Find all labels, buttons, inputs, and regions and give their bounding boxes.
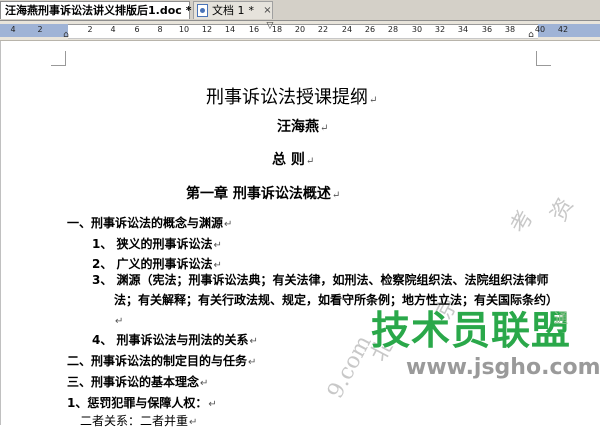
- outline-item: 4、 刑事诉讼法与刑法的关系↵: [92, 333, 258, 347]
- horizontal-ruler[interactable]: 4 2 2 4 6 8 10 12 14 16 18 20 22 24 26 2…: [0, 21, 600, 41]
- ruler-number: 22: [317, 25, 329, 34]
- document-part-heading: 总 则↵: [272, 152, 315, 168]
- ruler-number: 14: [224, 25, 236, 34]
- document-tab-bar: 汪海燕刑事诉讼法讲义排版后1.doc * 文档 1 * ×: [0, 0, 600, 21]
- ruler-number: 10: [178, 25, 190, 34]
- outline-item: 二、刑事诉讼法的制定目的与任务↵: [67, 354, 257, 368]
- ruler-number: 8: [157, 25, 163, 34]
- watermark-text: 考: [506, 206, 539, 238]
- logo-tail-text: 通: [554, 311, 568, 327]
- tab-document-1[interactable]: 文档 1 *: [193, 1, 273, 19]
- document-icon: [197, 4, 208, 17]
- tab-title: 汪海燕刑事诉讼法讲义排版后1.doc: [5, 4, 182, 17]
- ruler-number: 36: [481, 25, 493, 34]
- document-author: 汪海燕↵: [277, 119, 329, 135]
- close-tab-icon[interactable]: ×: [262, 5, 273, 16]
- ruler-number: 30: [411, 25, 423, 34]
- document-title: 刑事诉讼法授课提纲↵: [206, 87, 378, 108]
- logo-main-text: 技术员联盟: [371, 309, 572, 354]
- ruler-number: 4: [10, 25, 16, 34]
- outline-item: 1、 狭义的刑事诉讼法↵: [92, 237, 222, 251]
- ruler-number: 28: [387, 25, 399, 34]
- ruler-right-margin: [538, 24, 600, 37]
- ruler-number: 38: [504, 25, 516, 34]
- ruler-number: 26: [364, 25, 376, 34]
- ruler-number: 40: [534, 25, 546, 34]
- ruler-number: 42: [557, 25, 569, 34]
- right-indent-marker[interactable]: ⌂: [528, 30, 534, 40]
- ruler-number: 6: [134, 25, 140, 34]
- ruler-number: 2: [87, 25, 93, 34]
- outline-item: 一、刑事诉讼法的概念与渊源↵: [67, 216, 233, 230]
- logo-url-text: www.jsgho.com: [406, 355, 600, 380]
- tab-modified-marker: *: [185, 4, 192, 17]
- ruler-number: 20: [294, 25, 306, 34]
- margin-corner-mark: [51, 51, 66, 66]
- ruler-number: 32: [434, 25, 446, 34]
- chapter-heading: 第一章 刑事诉讼法概述↵: [186, 186, 341, 202]
- first-line-indent-marker[interactable]: ▽: [267, 21, 274, 31]
- tab-title: 文档 1: [212, 4, 245, 17]
- ruler-number: 12: [201, 25, 213, 34]
- ruler-number: 2: [37, 25, 43, 34]
- ruler-number: 16: [248, 25, 260, 34]
- tab-active-document[interactable]: 汪海燕刑事诉讼法讲义排版后1.doc *: [0, 1, 192, 19]
- outline-item: 1、惩罚犯罪与保障人权：↵: [67, 396, 217, 410]
- ruler-number: 24: [341, 25, 353, 34]
- outline-item: 三、刑事诉讼的基本理念↵: [67, 375, 209, 389]
- ruler-number: 34: [457, 25, 469, 34]
- left-indent-marker[interactable]: ⌂: [63, 30, 69, 40]
- tab-modified-marker: *: [248, 4, 255, 17]
- watermark-text: 资: [546, 194, 579, 226]
- site-logo-watermark: 技术员联盟 通 www.jsgho.com: [366, 300, 600, 385]
- outline-item: 二者关系：二者并重↵: [80, 414, 198, 428]
- document-page[interactable]: 北 京 考 资 9.com 刑事诉讼法授课提纲↵ 汪海燕↵ 总 则↵ 第一章 刑…: [0, 41, 600, 428]
- ruler-number: 4: [110, 25, 116, 34]
- margin-corner-mark: [536, 51, 551, 66]
